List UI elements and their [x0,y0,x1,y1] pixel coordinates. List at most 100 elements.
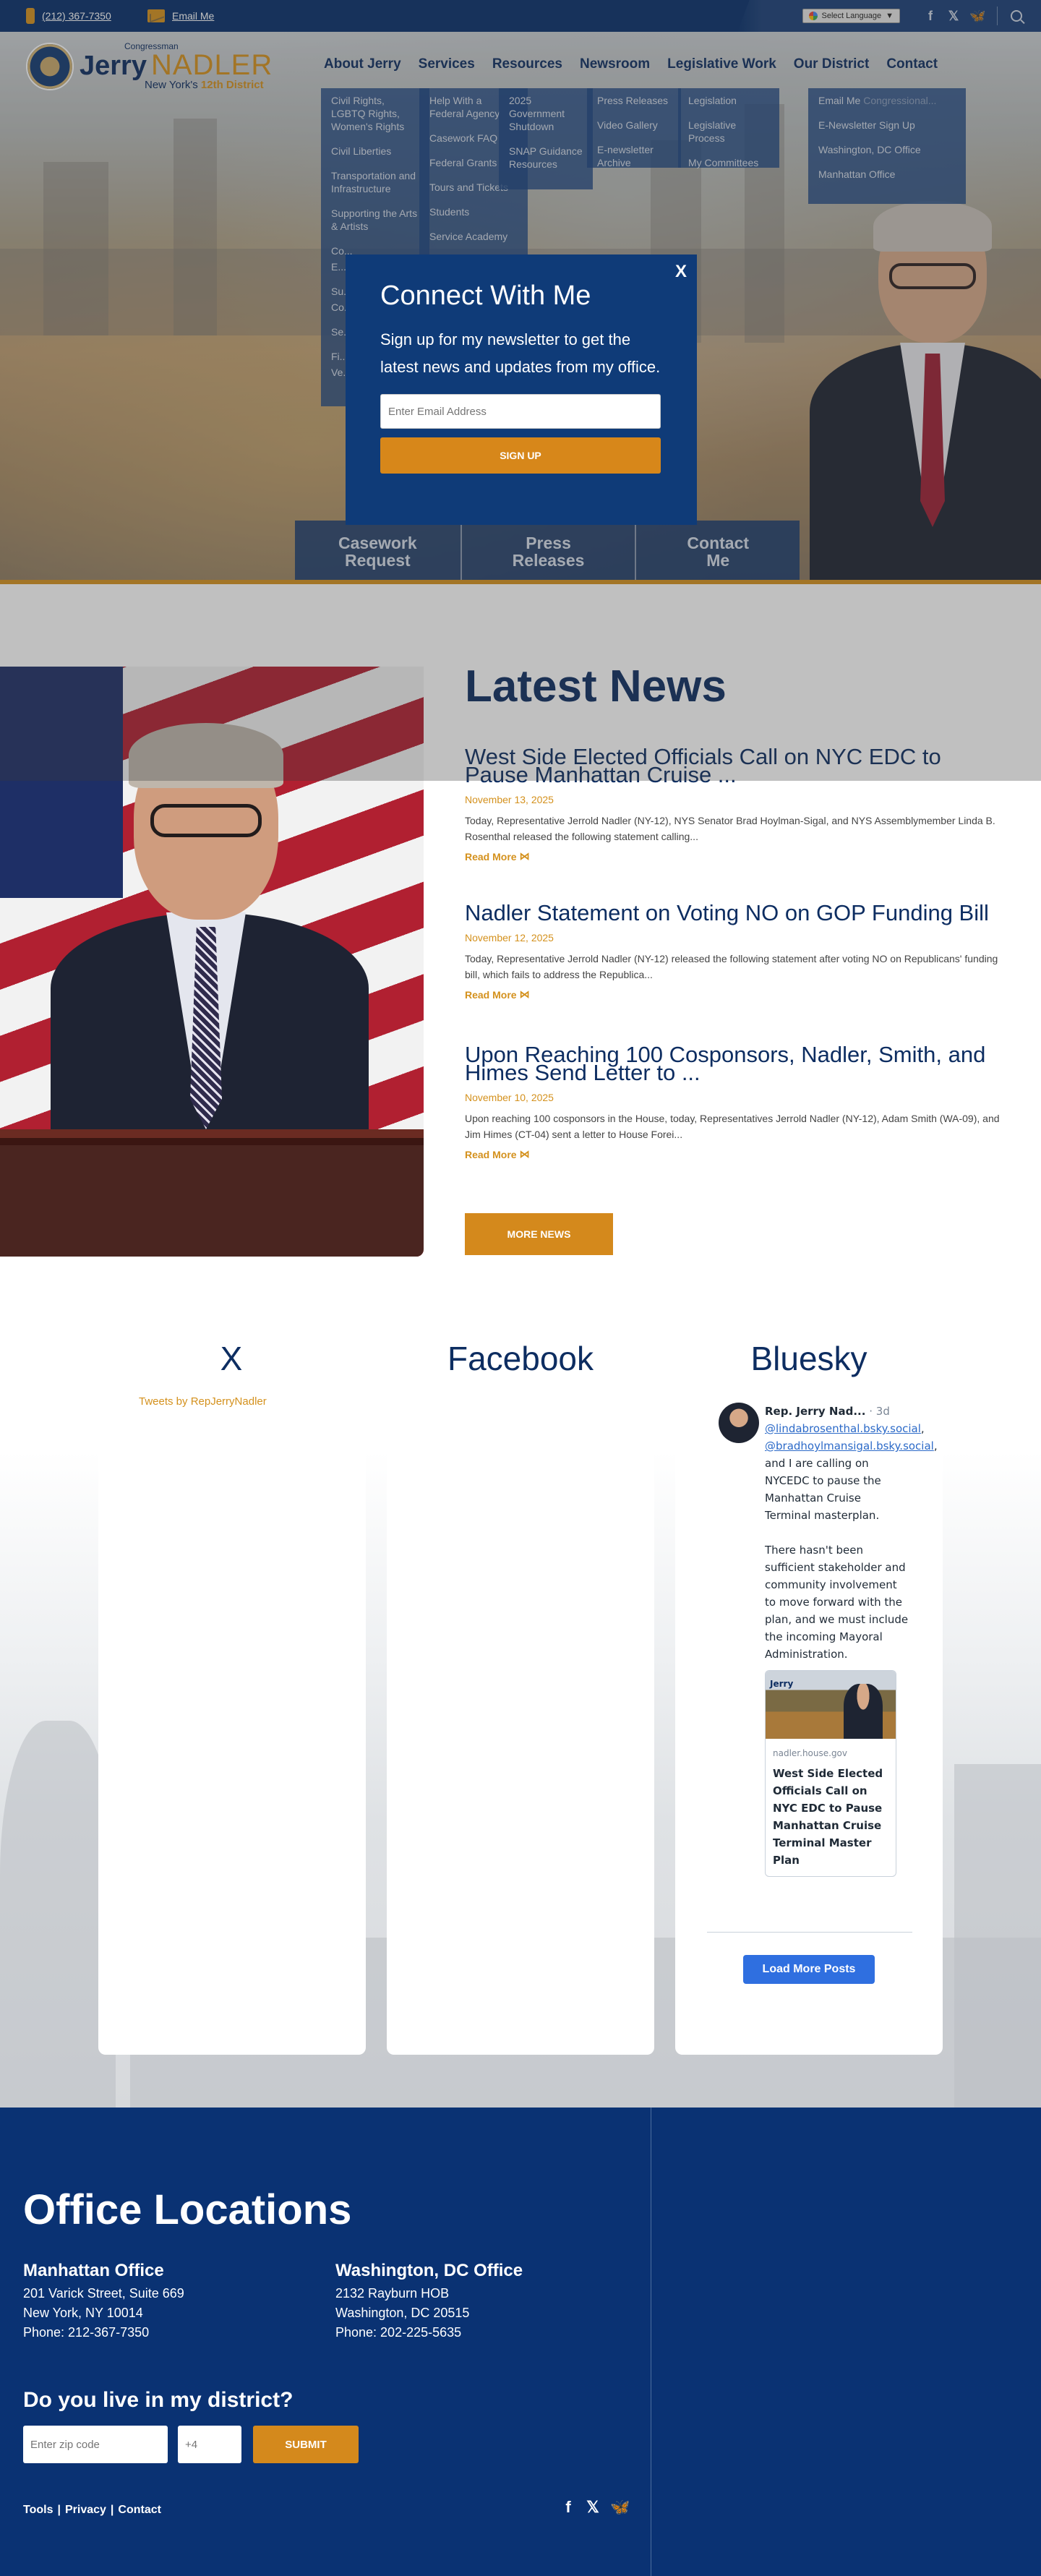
read-more-label: Read More [465,988,517,1001]
office-phone: Phone: 212-367-7350 [23,2325,150,2340]
footer-separator: | [110,2504,114,2516]
bluesky-heading: Bluesky [750,1340,868,1377]
dd-item[interactable]: My Committees [688,156,769,169]
x-icon[interactable]: 𝕏 [946,9,961,24]
news-title[interactable]: Upon Reaching 100 Cosponsors, Nadler, Sm… [465,1043,1000,1084]
nav-our-district[interactable]: Our District [785,54,878,75]
dd-item[interactable]: Students [429,205,518,218]
mention-link[interactable]: @lindabrosenthal.bsky.social [765,1422,921,1435]
hero-quick-links: Casework Request Press Releases Contact … [295,521,800,583]
footer-separator: | [57,2504,61,2516]
dd-item-label: Email Me [818,95,861,106]
tweets-link[interactable]: Tweets by RepJerryNadler [139,1395,267,1408]
dd-item[interactable]: 2025 Government Shutdown [509,94,583,133]
news-section-title: Latest News [465,662,727,711]
nav-services[interactable]: Services [410,54,484,75]
modal-title: Connect With Me [380,281,591,311]
news-excerpt: Upon reaching 100 cosponsors in the Hous… [465,1113,1000,1140]
read-more-link[interactable]: Read More ⋈ [465,850,1000,863]
dd-item[interactable]: Video Gallery [597,119,671,132]
news-excerpt: Today, Representative Jerrold Nadler (NY… [465,815,995,842]
zip-submit-button[interactable]: SUBMIT [253,2426,359,2463]
dd-item[interactable]: Legislative Process [688,119,769,145]
nav-about-jerry[interactable]: About Jerry [315,54,410,75]
dd-item[interactable]: Civil Rights, LGBTQ Rights, Women's Righ… [331,94,419,133]
more-news-button[interactable]: MORE NEWS [465,1213,613,1255]
email-field[interactable] [380,394,661,429]
read-more-link[interactable]: Read More ⋈ [465,988,1000,1001]
news-date: November 10, 2025 [465,1092,554,1103]
dd-item[interactable]: E-newsletter Archive [597,143,671,169]
link-preview-body: nadler.house.gov West Side Elected Offic… [766,1739,896,1876]
topbar-tools: Select Language ▼ f 𝕏 🦋 [737,0,1041,32]
email-link[interactable]: Email Me [172,10,214,22]
dd-item[interactable]: Civil Liberties [331,145,419,158]
office-city: New York, NY 10014 [23,2306,143,2320]
modal-text: Sign up for my newsletter to get the lat… [380,330,661,376]
press-releases-button[interactable]: Press Releases [461,521,637,583]
dd-item[interactable]: Transportation and Infrastructure [331,169,419,195]
close-icon[interactable]: X [675,262,687,282]
bluesky-text: @lindabrosenthal.bsky.social, @bradhoylm… [765,1420,938,1524]
facebook-icon[interactable]: f [923,9,938,24]
top-email[interactable]: Email Me [147,0,214,32]
dd-item[interactable]: Email Me Congressional... [818,94,956,107]
zip-code-input[interactable] [23,2426,168,2463]
load-more-posts-button[interactable]: Load More Posts [743,1955,875,1984]
footer-links: Tools | Privacy | Contact [23,2504,161,2517]
read-more-link[interactable]: Read More ⋈ [465,1148,1000,1160]
news-item: West Side Elected Officials Call on NYC … [465,745,1000,863]
search-icon[interactable] [1011,10,1022,22]
dd-item[interactable]: Legislation [688,94,769,107]
mention-link[interactable]: @bradhoylmansigal.bsky.social [765,1439,934,1452]
office-locations-title: Office Locations [23,2186,352,2233]
bluesky-icon[interactable]: 🦋 [969,9,985,24]
footer-link-privacy[interactable]: Privacy [65,2504,106,2517]
logo-text: Congressman Jerry NADLER New York's 12th… [80,42,273,90]
sign-up-button[interactable]: SIGN UP [380,437,661,474]
news-title[interactable]: West Side Elected Officials Call on NYC … [465,745,1000,786]
dropdown-contact: Email Me Congressional... E-Newsletter S… [808,88,966,204]
top-phone[interactable]: (212) 367-7350 [26,0,111,32]
footer-link-tools[interactable]: Tools [23,2504,53,2517]
dropdown-newsroom: Press Releases Video Gallery E-newslette… [587,88,681,168]
dd-item[interactable]: Press Releases [597,94,671,107]
footer: Office Locations Manhattan Office 201 Va… [0,2108,1041,2576]
zip-plus4-input[interactable] [178,2426,241,2463]
nav-resources[interactable]: Resources [484,54,571,75]
bluesky-text-2: There hasn't been sufficient stakeholder… [765,1544,909,1661]
facebook-icon[interactable]: f [561,2498,575,2517]
dd-item[interactable]: SNAP Guidance Resources [509,145,583,171]
divider [707,1932,912,1933]
dd-item[interactable]: E-Newsletter Sign Up [818,119,956,132]
link-preview-image: Jerry [766,1671,896,1739]
x-icon[interactable]: 𝕏 [586,2498,600,2517]
site-logo[interactable]: Congressman Jerry NADLER New York's 12th… [26,42,273,90]
phone-link[interactable]: (212) 367-7350 [42,10,111,22]
newsletter-modal: X Connect With Me Sign up for my newslet… [346,254,697,525]
nav-legislative-work[interactable]: Legislative Work [659,54,785,75]
dd-item[interactable]: Supporting the Arts & Artists [331,207,419,233]
dd-item[interactable]: Washington, DC Office [818,143,956,156]
dd-item-label: Congressional... [863,95,937,106]
bluesky-author[interactable]: Rep. Jerry Nad... [765,1405,865,1418]
dd-item[interactable]: Service Academy [429,230,518,243]
link-preview-card[interactable]: Jerry nadler.house.gov West Side Elected… [765,1670,896,1877]
casework-request-button[interactable]: Casework Request [295,521,462,583]
nav-newsroom[interactable]: Newsroom [571,54,659,75]
top-social-links: f 𝕏 🦋 [923,9,985,24]
office-phone: Phone: 202-225-5635 [335,2325,462,2340]
building-silhouette [954,1764,1041,2108]
contact-me-button[interactable]: Contact Me [636,521,800,583]
logo-district-prefix: New York's [145,79,201,91]
phone-icon [26,8,35,24]
congressional-seal [26,42,74,90]
language-select[interactable]: Select Language ▼ [802,9,900,23]
nav-contact[interactable]: Contact [878,54,946,75]
facebook-heading: Facebook [447,1340,594,1377]
dd-item[interactable]: Manhattan Office [818,168,956,181]
bluesky-icon[interactable]: 🦋 [610,2498,630,2517]
news-title[interactable]: Nadler Statement on Voting NO on GOP Fun… [465,902,1000,924]
footer-link-contact[interactable]: Contact [118,2504,161,2517]
avatar[interactable] [719,1403,759,1443]
